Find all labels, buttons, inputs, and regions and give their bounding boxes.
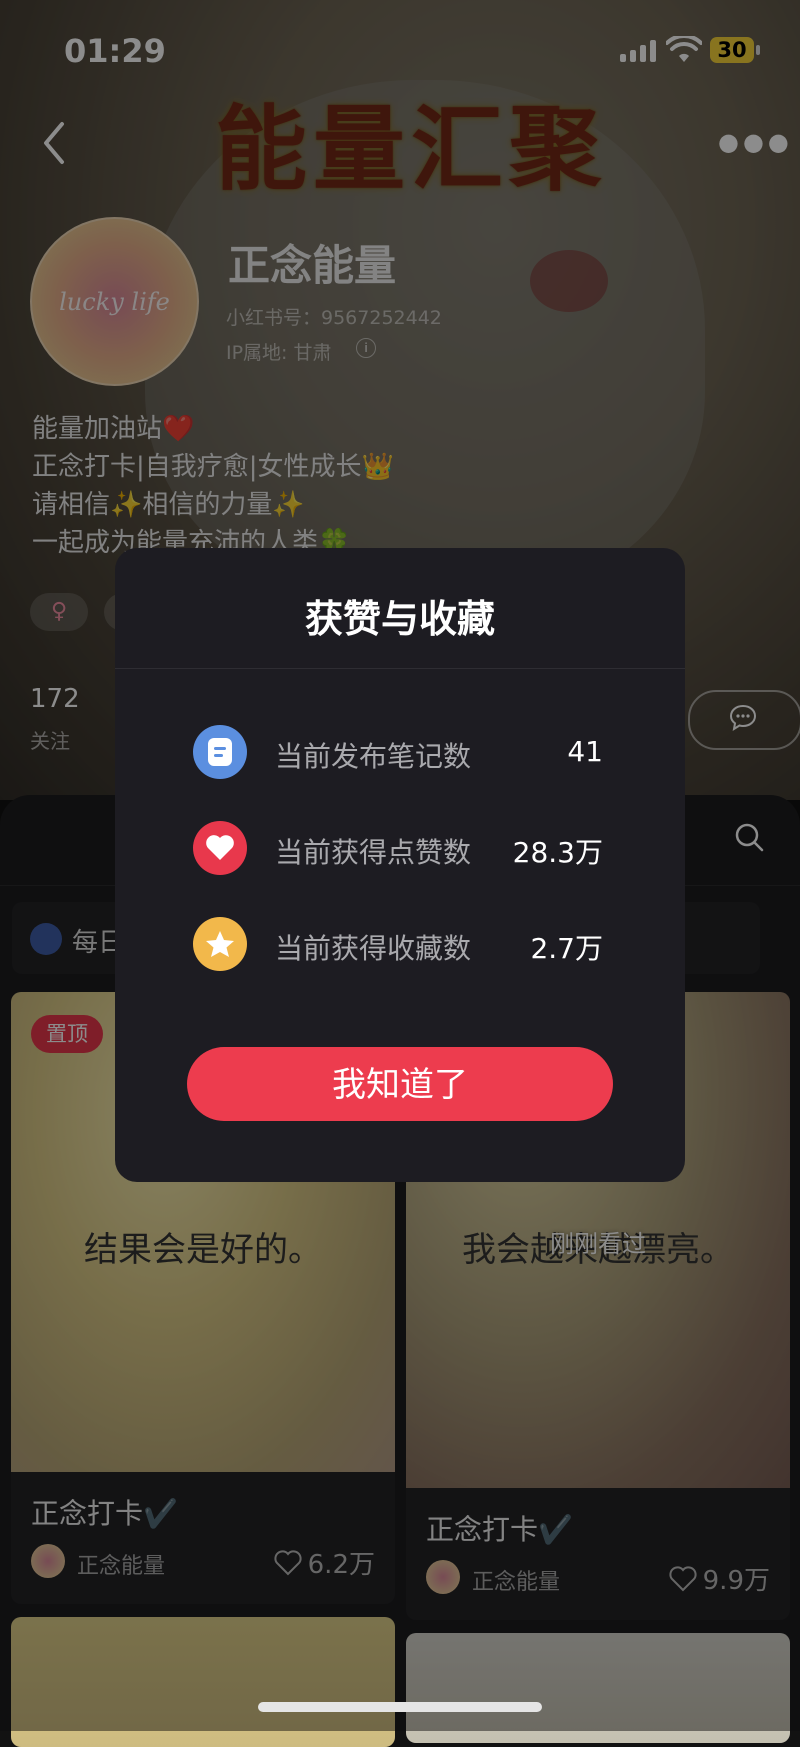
stat-value-likes: 28.3万 <box>512 836 603 869</box>
dialog-title: 获赞与收藏 <box>304 597 495 641</box>
stat-label-notes: 当前发布笔记数 <box>275 740 472 773</box>
likes-collections-dialog: 获赞与收藏 当前发布笔记数 41 当前获得点赞数 28.3万 当前获得收藏数 2… <box>115 548 685 1182</box>
acknowledge-button[interactable]: 我知道了 <box>187 1047 613 1121</box>
stat-label-collections: 当前获得收藏数 <box>275 932 472 965</box>
home-indicator[interactable] <box>258 1702 542 1712</box>
stat-value-notes: 41 <box>567 735 603 768</box>
heart-icon <box>193 821 247 875</box>
stat-value-collections: 2.7万 <box>530 932 603 965</box>
star-icon <box>193 917 247 971</box>
dialog-divider <box>115 668 685 669</box>
note-icon <box>193 725 247 779</box>
stat-label-likes: 当前获得点赞数 <box>275 836 472 869</box>
